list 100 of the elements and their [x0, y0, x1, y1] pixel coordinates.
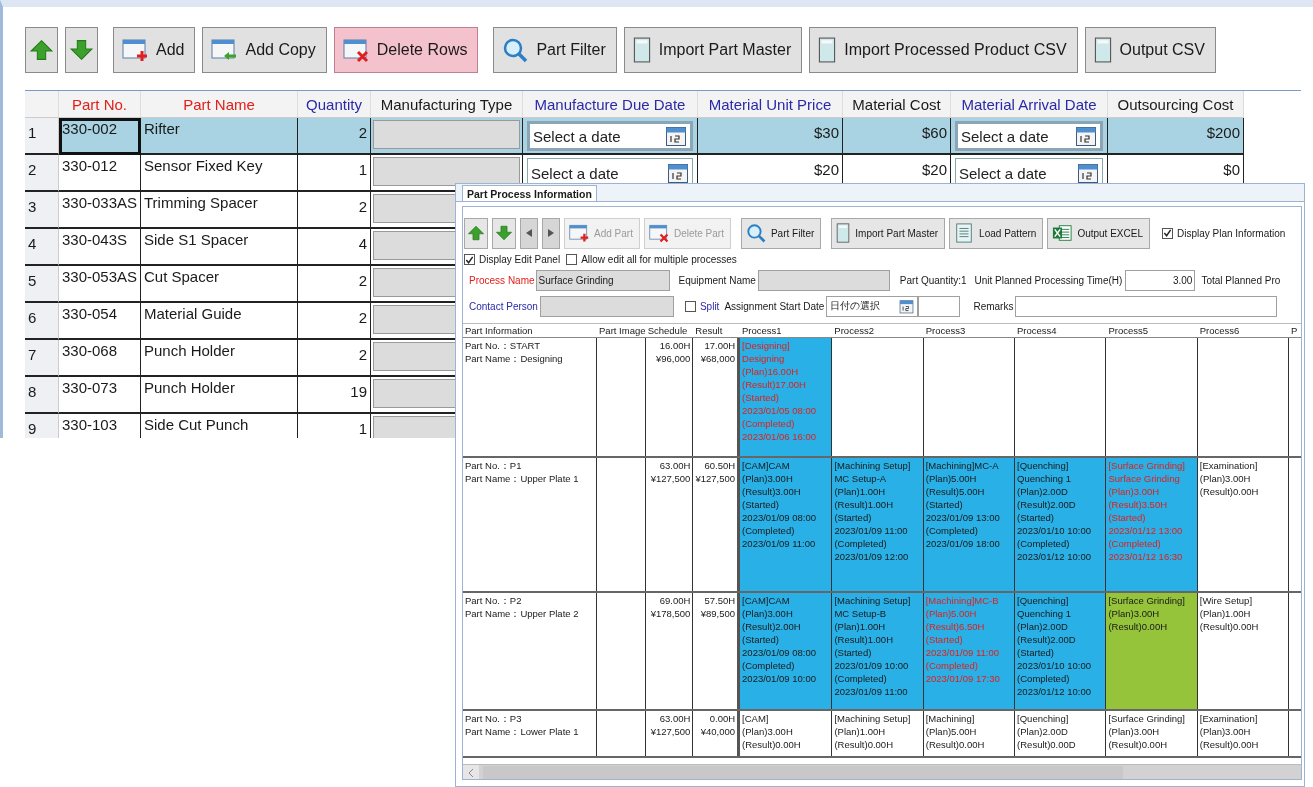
equipment-name-field[interactable]	[757, 269, 890, 291]
column-header[interactable]: Material Cost	[843, 91, 951, 118]
checkbox[interactable]	[566, 254, 578, 265]
field-label: Total Planned Pro	[1201, 274, 1281, 286]
scrollbar[interactable]	[463, 764, 1301, 779]
move-down-button[interactable]	[65, 27, 98, 73]
table-cell: 2	[298, 340, 371, 377]
column-header[interactable]: Quantity	[298, 91, 371, 118]
checkbox-label: Split	[699, 300, 720, 312]
contact-person-field[interactable]	[539, 295, 674, 317]
previous-button[interactable]	[520, 217, 538, 249]
table-cell: 2	[298, 192, 371, 229]
field-label: Process Name	[469, 274, 535, 286]
calendar-icon[interactable]	[1077, 162, 1099, 184]
table-cell: Punch Holder	[141, 340, 298, 377]
column-header: Process4	[1017, 325, 1057, 336]
calendar-icon[interactable]	[1075, 125, 1097, 147]
process-name-field[interactable]: Surface Grinding	[535, 269, 670, 291]
column-header: Process5	[1108, 325, 1148, 336]
process-cell[interactable]: [Examination] (Plan)3.00H (Result)0.00H	[1197, 711, 1290, 756]
toolbar-button[interactable]: Load Pattern	[949, 217, 1044, 249]
checkbox[interactable]	[684, 300, 696, 312]
toolbar-button[interactable]: Output EXCEL	[1047, 217, 1150, 249]
process-cell[interactable]: [Quenching] Quenching 1 (Plan)2.00D (Result)2.00D (Started) 2023/01/10 10:00 (Completed) 2023/01/12 10:00	[1015, 458, 1107, 591]
toolbar-button[interactable]: Part Filter	[493, 27, 617, 73]
field-label: Contact Person	[469, 300, 538, 312]
process-cell[interactable]: [Surface Grinding] (Plan)3.00H (Result)0.00H	[1106, 593, 1198, 709]
toolbar-button[interactable]: Part Filter	[740, 217, 822, 249]
tab[interactable]: Part Process Information	[462, 185, 597, 201]
time-field[interactable]	[918, 295, 961, 317]
toolbar-button[interactable]: Import Processed Product CSV	[809, 27, 1078, 73]
checkbox[interactable]	[1161, 227, 1173, 239]
date-field[interactable]: Select a date	[955, 121, 1103, 151]
table-cell: 4	[298, 229, 371, 266]
process-cell[interactable]: [Surface Grinding] (Plan)3.00H (Result)0.00H	[1106, 711, 1198, 756]
table-cell: 19	[298, 377, 371, 414]
checkbox[interactable]	[464, 254, 475, 265]
part-info-cell: Part No.：START Part Name：Designing	[463, 338, 597, 456]
column-header: Process2	[834, 325, 874, 336]
column-header[interactable]: Outsourcing Cost	[1108, 91, 1244, 118]
move-up-button[interactable]	[25, 27, 58, 73]
table-cell: Side S1 Spacer	[141, 229, 298, 266]
remarks-field[interactable]	[1015, 295, 1278, 317]
process-cell[interactable]: [CAM] (Plan)3.00H (Result)0.00H	[740, 711, 833, 756]
column-header: Part Information	[465, 325, 533, 336]
column-header[interactable]: Part Name	[141, 91, 298, 118]
scroll-left-icon[interactable]	[468, 768, 474, 777]
table-cell: 330-103	[59, 414, 141, 438]
calendar-icon[interactable]	[899, 298, 915, 314]
table-cell: Sensor Fixed Key	[141, 155, 298, 192]
table-cell: 63.00H ¥127,500	[645, 458, 694, 591]
table-cell: 330-043S	[59, 229, 141, 266]
next-button[interactable]	[542, 217, 560, 249]
toolbar-button[interactable]: Add Copy	[202, 27, 327, 73]
process-cell[interactable]: [Machining] (Plan)5.00H (Result)0.00H	[923, 711, 1016, 756]
type-field[interactable]	[373, 157, 520, 186]
process-cell[interactable]: [CAM]CAM (Plan)3.00H (Result)3.00H (Started) 2023/01/09 08:00 (Completed) 2023/01/09 11:00	[740, 458, 833, 591]
move-up-button[interactable]	[464, 217, 488, 249]
table-cell: Rifter	[141, 118, 298, 155]
search-icon	[502, 37, 529, 63]
process-cell[interactable]: [Machining Setup] MC Setup-A (Plan)1.00H (Result)1.00H (Started) 2023/01/09 11:00 (Completed) 2023/01/09 12:00	[832, 458, 924, 591]
table-cell: 330-002	[59, 118, 141, 155]
window-cross-icon	[342, 37, 369, 63]
toolbar-button[interactable]: Output CSV	[1084, 27, 1216, 73]
table-cell: $200	[1108, 118, 1244, 155]
table-cell: $30	[698, 118, 843, 155]
table-cell: Material Guide	[141, 303, 298, 340]
process-cell[interactable]: [Examination] (Plan)3.00H (Result)0.00H	[1197, 458, 1290, 591]
date-field[interactable]: 日付の選択	[826, 295, 919, 317]
column-header[interactable]: Manufacture Due Date	[523, 91, 698, 118]
process-cell[interactable]: [Machining Setup] (Plan)1.00H (Result)0.00H	[832, 711, 924, 756]
row-number: 6	[25, 303, 59, 340]
date-field[interactable]: Select a date	[527, 121, 693, 151]
type-field[interactable]	[373, 120, 520, 149]
process-cell[interactable]: [Machining]MC-A (Plan)5.00H (Result)5.00H (Started) 2023/01/09 13:00 (Completed) 2023/01/09 18:00	[923, 458, 1016, 591]
field-label: Assignment Start Date	[724, 300, 825, 312]
table-cell: 330-012	[59, 155, 141, 192]
up-arrow-icon	[467, 224, 485, 242]
calendar-icon[interactable]	[665, 125, 687, 147]
move-down-button[interactable]	[492, 217, 516, 249]
process-cell[interactable]: [Quenching] Quenching 1 (Plan)2.00D (Result)2.00D (Started) 2023/01/10 10:00 (Completed) 2023/01/12 10:00	[1015, 593, 1107, 709]
document-icon	[632, 37, 651, 63]
toolbar-button[interactable]: Add	[113, 27, 196, 73]
column-header[interactable]: Material Arrival Date	[951, 91, 1108, 118]
toolbar-button[interactable]: Import Part Master	[623, 27, 803, 73]
process-cell[interactable]: [CAM]CAM (Plan)3.00H (Result)2.00H (Started) 2023/01/09 08:00 (Completed) 2023/01/09 10:00	[740, 593, 833, 709]
calendar-icon[interactable]	[667, 162, 689, 184]
column-header[interactable]: Part No.	[59, 91, 141, 118]
process-cell[interactable]: [Machining Setup] MC Setup-B (Plan)1.00H (Result)1.00H (Started) 2023/01/09 10:00 (Completed) 2023/01/09 11:00	[832, 593, 924, 709]
processing-time-field[interactable]: 3.00	[1125, 269, 1196, 291]
column-header[interactable]: Manufacturing Type	[371, 91, 523, 118]
table-cell: 2	[298, 118, 371, 155]
checkbox-label: Allow edit all for multiple processes	[581, 254, 737, 265]
toolbar-button[interactable]: Delete Rows	[333, 27, 479, 73]
toolbar-button[interactable]: Import Part Master	[831, 217, 946, 249]
row-number: 5	[25, 266, 59, 303]
table-cell: 1	[298, 155, 371, 192]
process-cell[interactable]: [Quenching] (Plan)2.00D (Result)0.00D	[1015, 711, 1107, 756]
column-header[interactable]: Material Unit Price	[698, 91, 843, 118]
process-cell[interactable]: [Wire Setup] (Plan)1.00H (Result)0.00H	[1197, 593, 1290, 709]
